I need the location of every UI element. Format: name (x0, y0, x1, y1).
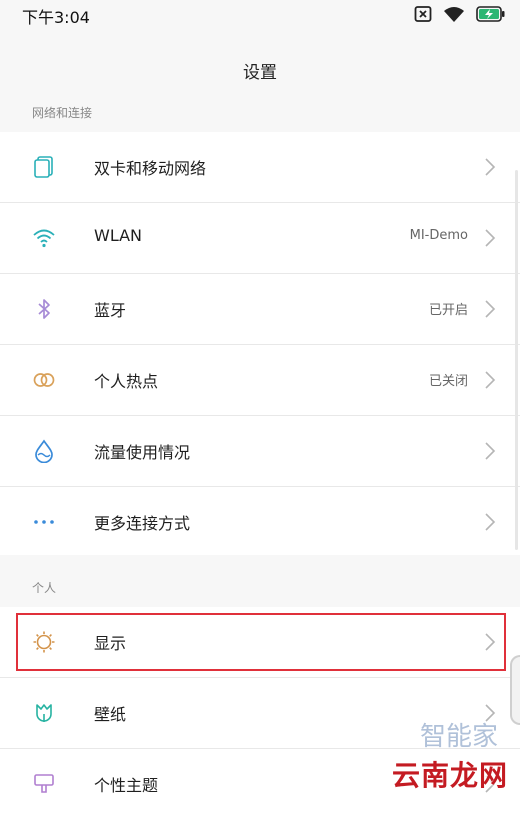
row-dual-sim[interactable]: 双卡和移动网络 (0, 132, 520, 203)
edge-handle[interactable] (510, 655, 520, 725)
row-label: 更多连接方式 (94, 514, 191, 533)
chevron-right-icon (485, 371, 496, 389)
section-header-network: 网络和连接 (0, 100, 520, 132)
chevron-right-icon (485, 442, 496, 460)
chevron-right-icon (485, 513, 496, 531)
sim-none-icon (414, 6, 432, 22)
page-title: 设置 (243, 63, 277, 83)
chevron-right-icon (485, 158, 496, 176)
row-label: 壁纸 (94, 705, 127, 724)
section-header-personal: 个人 (0, 555, 520, 607)
status-bar: 下午3:04 (0, 0, 520, 30)
theme-brush-icon (34, 774, 54, 793)
row-bluetooth[interactable]: 蓝牙 已开启 (0, 274, 520, 345)
wifi-icon (33, 229, 55, 248)
status-icons (414, 3, 506, 25)
row-value: 已开启 (428, 303, 468, 318)
battery-charging-icon (476, 6, 505, 22)
display-sun-icon (33, 631, 55, 653)
chevron-right-icon (485, 229, 496, 247)
row-value: MI-Demo (409, 228, 468, 243)
row-label: WLAN (94, 226, 143, 245)
title-bar: 设置 (0, 30, 520, 101)
dual-sim-icon (34, 156, 53, 178)
row-label: 显示 (94, 634, 127, 653)
watermark-faint: 智能家 (419, 722, 498, 752)
chevron-right-icon (485, 633, 496, 651)
section-title-personal: 个人 (32, 581, 57, 595)
row-label: 个性主题 (94, 776, 159, 795)
row-display[interactable]: 显示 (0, 607, 520, 678)
row-label: 双卡和移动网络 (94, 159, 207, 178)
row-hotspot[interactable]: 个人热点 已关闭 (0, 345, 520, 416)
row-more-connections[interactable]: 更多连接方式 (0, 487, 520, 557)
more-dots-icon (34, 520, 54, 524)
watermark: 云南龙网 (391, 759, 508, 792)
row-wlan[interactable]: WLAN MI-Demo (0, 203, 520, 274)
scrollbar[interactable] (515, 170, 518, 550)
network-list: 双卡和移动网络 WLAN MI-Demo 蓝牙 已开启 个人热点 已关闭 流量使… (0, 132, 520, 557)
row-label: 个人热点 (94, 372, 159, 391)
wallpaper-tulip-icon (36, 704, 52, 722)
chevron-right-icon (485, 300, 496, 318)
status-time: 下午3:04 (22, 8, 90, 27)
row-data-usage[interactable]: 流量使用情况 (0, 416, 520, 487)
row-label: 蓝牙 (94, 301, 127, 320)
hotspot-icon (33, 373, 55, 387)
wifi-icon (444, 7, 464, 22)
data-usage-icon (35, 439, 53, 463)
row-value: 已关闭 (428, 374, 468, 389)
section-title-network: 网络和连接 (32, 106, 93, 120)
bluetooth-icon (38, 299, 50, 319)
row-label: 流量使用情况 (94, 443, 191, 462)
